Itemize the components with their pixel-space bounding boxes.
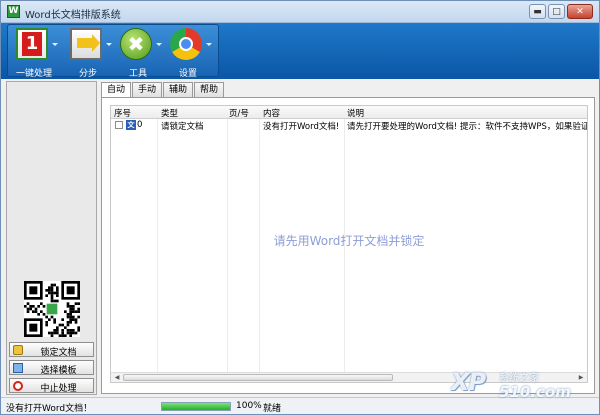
lock-icon: [13, 345, 23, 355]
minimize-button[interactable]: ▬: [529, 4, 546, 19]
window-title: Word长文档排版系统: [25, 10, 121, 21]
settings-button[interactable]: 设置: [166, 27, 214, 79]
toolbar: 1 一键处理 分步 ✖ 工具 设置: [1, 23, 599, 79]
row-index: 0: [137, 120, 143, 130]
task-list[interactable]: 序号 类型 页/号 内容 说明 文 0 请锁定文档 没有打开Word文档! 请先…: [110, 105, 588, 383]
tab-manual[interactable]: 手动: [132, 82, 163, 97]
row-type: 请锁定文档: [161, 122, 204, 132]
stop-icon: [13, 381, 23, 391]
template-icon: [13, 363, 23, 373]
select-template-button[interactable]: 选择模板: [9, 360, 94, 376]
close-icon: ✕: [576, 7, 584, 17]
tools-dropdown-arrow-icon[interactable]: [156, 43, 162, 46]
lock-document-label: 锁定文档: [40, 348, 77, 358]
window-controls: ▬ □ ✕: [529, 4, 593, 19]
tools-icon: ✖: [120, 28, 152, 60]
progress-bar: [161, 402, 231, 411]
row-content: 没有打开Word文档!: [263, 122, 340, 132]
tab-strip: 自动 手动 辅助 帮助: [101, 82, 225, 98]
status-message: 没有打开Word文档！: [6, 404, 93, 414]
progress-fill: [162, 403, 230, 410]
row-note: 请先打开要处理的Word文档! 提示：软件不支持WPS，如果验证失: [347, 122, 588, 132]
one-click-icon: 1: [16, 28, 48, 60]
column-header-note[interactable]: 说明: [347, 107, 364, 119]
arrow-step-icon: [70, 28, 102, 60]
settings-icon: [170, 28, 202, 60]
settings-label: 设置: [178, 69, 197, 79]
sidebar: 锁定文档 选择模板 中止处理: [6, 81, 97, 395]
tab-content: 序号 类型 页/号 内容 说明 文 0 请锁定文档 没有打开Word文档! 请先…: [101, 97, 595, 394]
settings-dropdown-arrow-icon[interactable]: [206, 43, 212, 46]
tab-help[interactable]: 帮助: [194, 82, 225, 97]
maximize-icon: □: [552, 7, 561, 17]
minimize-icon: ▬: [533, 7, 542, 17]
qr-code-image: [24, 281, 80, 337]
stop-processing-label: 中止处理: [40, 384, 77, 394]
empty-message: 请先用Word打开文档并锁定: [273, 234, 425, 248]
qr-code: [24, 281, 80, 337]
one-click-dropdown-arrow-icon[interactable]: [52, 43, 58, 46]
progress-percent: 100%: [236, 401, 262, 411]
one-click-glyph: 1: [22, 32, 42, 56]
row-checkbox[interactable]: [115, 121, 123, 129]
column-header-content[interactable]: 内容: [263, 107, 280, 119]
tools-glyph: ✖: [127, 32, 145, 56]
scrollbar-thumb[interactable]: [123, 374, 393, 381]
app-window: W Word长文档排版系统 ▬ □ ✕ 1 一键处理 分步 ✖ 工具 设置 锁定…: [0, 0, 600, 415]
list-header: 序号 类型 页/号 内容 说明: [111, 106, 587, 119]
table-row[interactable]: 文 0 请锁定文档 没有打开Word文档! 请先打开要处理的Word文档! 提示…: [111, 119, 588, 132]
column-header-page[interactable]: 页/号: [229, 107, 249, 119]
tools-button[interactable]: ✖ 工具: [116, 27, 164, 79]
watermark-site: 510.com: [499, 383, 571, 401]
status-state: 就绪: [263, 404, 282, 414]
app-icon: W: [7, 5, 20, 18]
stop-processing-button[interactable]: 中止处理: [9, 378, 94, 394]
maximize-button[interactable]: □: [548, 4, 565, 19]
watermark-text: 系统之家: [499, 373, 539, 384]
select-template-label: 选择模板: [40, 366, 77, 376]
lock-document-button[interactable]: 锁定文档: [9, 342, 94, 358]
one-click-label: 一键处理: [15, 69, 52, 79]
step-dropdown-arrow-icon[interactable]: [106, 43, 112, 46]
scroll-left-icon[interactable]: ◀: [112, 373, 122, 382]
title-bar[interactable]: W Word长文档排版系统 ▬ □ ✕: [1, 1, 599, 23]
step-button[interactable]: 分步: [66, 27, 114, 79]
tab-assist[interactable]: 辅助: [163, 82, 194, 97]
column-header-type[interactable]: 类型: [161, 107, 178, 119]
watermark: XP 系统之家 510.com: [451, 366, 599, 411]
one-click-button[interactable]: 1 一键处理: [12, 27, 60, 79]
tab-auto[interactable]: 自动: [101, 82, 132, 98]
column-header-index[interactable]: 序号: [114, 107, 131, 119]
watermark-logo: XP: [451, 368, 486, 396]
toolbar-panel: 1 一键处理 分步 ✖ 工具 设置: [7, 24, 219, 79]
word-document-icon: 文: [126, 120, 136, 130]
close-button[interactable]: ✕: [567, 4, 593, 19]
